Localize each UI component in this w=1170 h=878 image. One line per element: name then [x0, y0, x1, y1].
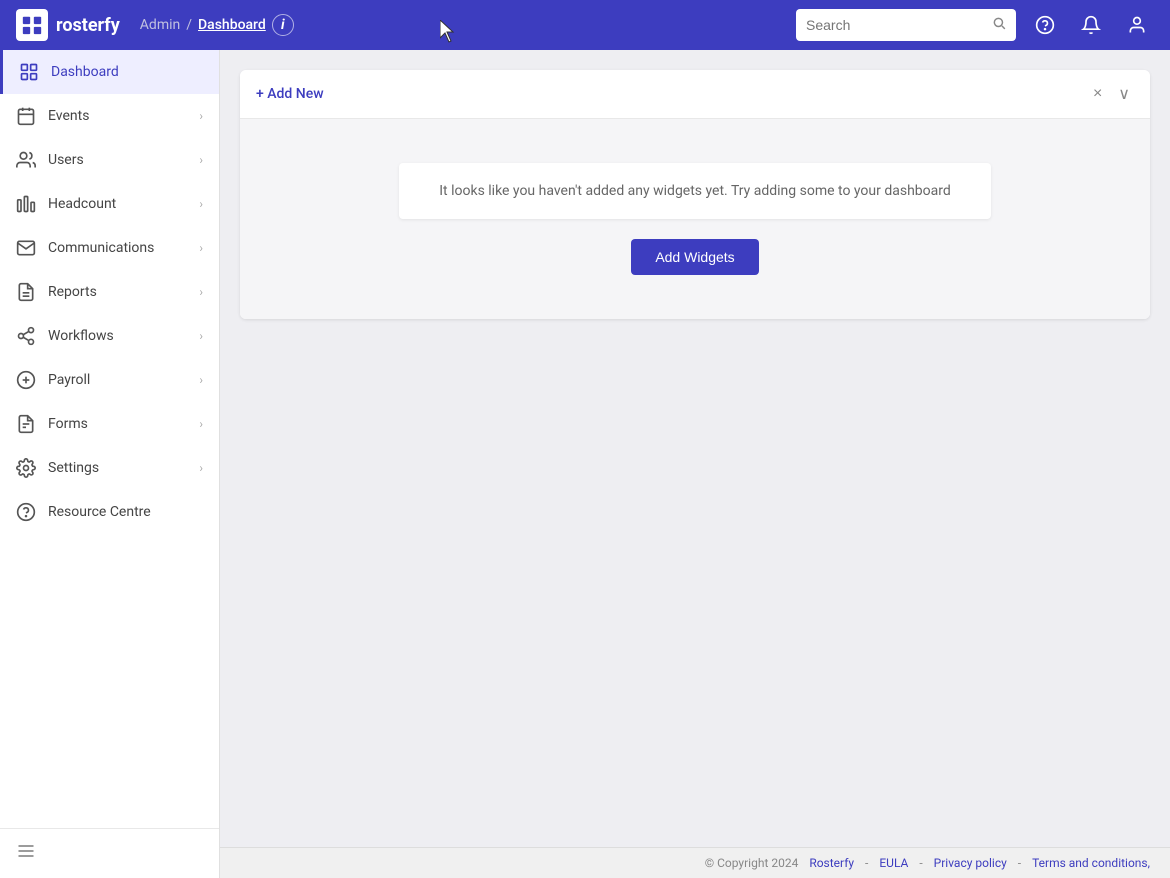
user-menu-button[interactable] [1120, 8, 1154, 42]
sidebar-item-reports[interactable]: Reports › [0, 270, 219, 314]
sidebar-item-dashboard[interactable]: Dashboard [0, 50, 219, 94]
sidebar-item-events[interactable]: Events › [0, 94, 219, 138]
main-content-area: + Add New × ∨ It looks like you haven't … [220, 50, 1170, 878]
chevron-right-icon: › [199, 373, 203, 387]
panel-collapse-button[interactable]: ∨ [1114, 82, 1134, 106]
sidebar-item-label: Reports [48, 284, 187, 300]
chevron-right-icon: › [199, 241, 203, 255]
dashboard-icon [19, 62, 39, 82]
footer-sep1: - [865, 856, 868, 870]
sidebar-item-label: Settings [48, 460, 187, 476]
menu-icon [16, 841, 36, 866]
chevron-right-icon: › [199, 417, 203, 431]
logo-icon [16, 9, 48, 41]
sidebar-item-label: Headcount [48, 196, 187, 212]
search-bar[interactable] [796, 9, 1016, 41]
footer-sep3: - [1018, 856, 1021, 870]
search-icon [992, 16, 1006, 34]
chevron-right-icon: › [199, 285, 203, 299]
logo-text: rosterfy [56, 15, 120, 36]
logo[interactable]: rosterfy [16, 9, 120, 41]
events-icon [16, 106, 36, 126]
footer-brand[interactable]: Rosterfy [809, 856, 854, 870]
communications-icon [16, 238, 36, 258]
sidebar-item-users[interactable]: Users › [0, 138, 219, 182]
add-widgets-button[interactable]: Add Widgets [631, 239, 758, 275]
top-navigation: rosterfy Admin / Dashboard i [0, 0, 1170, 50]
sidebar-item-forms[interactable]: Forms › [0, 402, 219, 446]
footer-sep2: - [919, 856, 922, 870]
info-icon[interactable]: i [272, 14, 294, 36]
sidebar-item-workflows[interactable]: Workflows › [0, 314, 219, 358]
footer-terms[interactable]: Terms and conditions, [1032, 856, 1150, 870]
users-icon [16, 150, 36, 170]
sidebar-item-label: Communications [48, 240, 187, 256]
panel-header-actions: × ∨ [1089, 82, 1134, 106]
sidebar-item-label: Events [48, 108, 187, 124]
breadcrumb-admin: Admin [140, 17, 180, 33]
dashboard-content: + Add New × ∨ It looks like you haven't … [220, 50, 1170, 847]
panel-header: + Add New × ∨ [240, 70, 1150, 119]
panel-body: It looks like you haven't added any widg… [240, 119, 1150, 319]
sidebar-item-label: Payroll [48, 372, 187, 388]
breadcrumb-separator: / [186, 17, 192, 33]
sidebar-item-resource-centre[interactable]: Resource Centre [0, 490, 219, 534]
footer-privacy[interactable]: Privacy policy [934, 856, 1007, 870]
sidebar-item-label: Forms [48, 416, 187, 432]
add-new-button[interactable]: + Add New [256, 86, 1089, 102]
workflows-icon [16, 326, 36, 346]
sidebar-item-settings[interactable]: Settings › [0, 446, 219, 490]
footer-copyright: © Copyright 2024 [705, 856, 799, 870]
breadcrumb-dashboard[interactable]: Dashboard [198, 17, 266, 33]
payroll-icon [16, 370, 36, 390]
chevron-right-icon: › [199, 461, 203, 475]
panel-close-button[interactable]: × [1089, 83, 1106, 105]
sidebar-item-label: Users [48, 152, 187, 168]
chevron-right-icon: › [199, 109, 203, 123]
sidebar-item-communications[interactable]: Communications › [0, 226, 219, 270]
chevron-right-icon: › [199, 197, 203, 211]
main-layout: Dashboard Events › [0, 50, 1170, 878]
forms-icon [16, 414, 36, 434]
sidebar: Dashboard Events › [0, 50, 220, 878]
sidebar-item-label: Resource Centre [48, 504, 203, 520]
footer: © Copyright 2024 Rosterfy - EULA - Priva… [220, 847, 1170, 878]
headcount-icon [16, 194, 36, 214]
chevron-right-icon: › [199, 153, 203, 167]
sidebar-item-label: Workflows [48, 328, 187, 344]
sidebar-item-payroll[interactable]: Payroll › [0, 358, 219, 402]
sidebar-item-headcount[interactable]: Headcount › [0, 182, 219, 226]
settings-icon [16, 458, 36, 478]
notifications-button[interactable] [1074, 8, 1108, 42]
chevron-right-icon: › [199, 329, 203, 343]
reports-icon [16, 282, 36, 302]
search-input[interactable] [806, 17, 986, 33]
empty-state-message: It looks like you haven't added any widg… [399, 163, 991, 219]
dashboard-panel: + Add New × ∨ It looks like you haven't … [240, 70, 1150, 319]
resource-centre-icon [16, 502, 36, 522]
sidebar-item-label: Dashboard [51, 64, 203, 80]
breadcrumb: Admin / Dashboard i [140, 14, 294, 36]
help-button[interactable] [1028, 8, 1062, 42]
sidebar-toggle-button[interactable] [0, 828, 219, 878]
footer-eula[interactable]: EULA [879, 856, 908, 870]
